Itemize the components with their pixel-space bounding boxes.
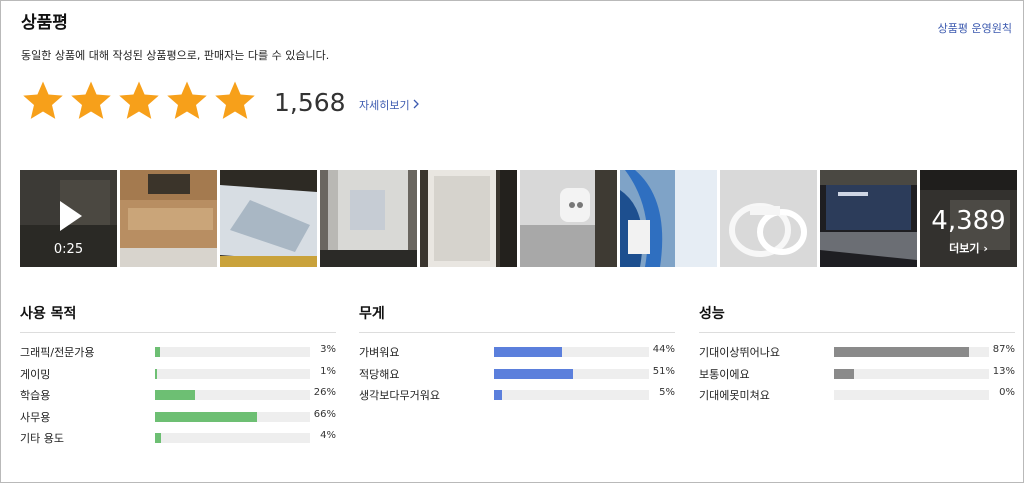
stat-percent: 1% (320, 365, 336, 377)
stat-label: 학습용 (20, 389, 51, 402)
stat-percent: 3% (320, 344, 336, 355)
section-title: 사용 목적 (20, 303, 336, 333)
stat-row: 생각보다무거워요 5% (359, 384, 675, 406)
review-photo-thumbnail[interactable] (120, 170, 217, 267)
review-photo-gallery: 0:25 4,389 더보기 › (20, 170, 1017, 267)
review-details-link[interactable]: 자세히보기 (359, 97, 419, 113)
review-policy-link[interactable]: 상품평 운영원칙 (938, 20, 1012, 36)
stat-row: 보통이에요 13% (699, 363, 1015, 385)
stat-bar-fill (494, 347, 563, 357)
stat-bar (155, 347, 310, 357)
stat-row: 기타 용도 4% (20, 427, 336, 449)
stat-row: 학습용 26% (20, 384, 336, 406)
stat-label: 사무용 (20, 410, 51, 424)
stat-bar-fill (155, 433, 162, 443)
stat-percent: 51% (652, 365, 675, 377)
stat-row: 가벼워요 44% (359, 341, 675, 363)
stat-bar (834, 347, 989, 357)
stat-percent: 44% (652, 344, 675, 355)
stat-label: 기대에못미쳐요 (699, 389, 770, 402)
stat-percent: 4% (320, 430, 336, 441)
section-performance: 성능 기대이상뛰어나요 87% 보통이에요 13% 기대에못미쳐요 0% (699, 303, 1015, 406)
stat-label: 생각보다무거워요 (359, 389, 440, 402)
star-icon (71, 81, 111, 119)
stat-bar (494, 368, 649, 379)
more-photos-label: 더보기 › (949, 242, 988, 255)
stat-label: 적당해요 (359, 367, 400, 381)
stat-bar-fill (494, 368, 574, 379)
page-title: 상품평 (21, 13, 68, 33)
section-title: 무게 (359, 303, 675, 333)
stat-label: 기대이상뛰어나요 (699, 346, 780, 359)
stat-bar (494, 347, 649, 357)
stat-label: 가벼워요 (359, 346, 400, 359)
star-icon (119, 81, 159, 119)
video-duration: 0:25 (53, 242, 84, 257)
review-description: 동일한 상품에 대해 작성된 상품평으로, 판매자는 다를 수 있습니다. (21, 49, 330, 62)
star-icon (215, 81, 255, 119)
review-photo-thumbnail[interactable] (220, 170, 317, 267)
stat-label: 게이밍 (20, 367, 51, 381)
stat-bar-fill (155, 411, 258, 422)
chevron-right-icon (413, 99, 419, 112)
stat-bar-fill (155, 347, 160, 357)
stat-bar-fill (494, 390, 502, 400)
review-photo-thumbnail[interactable] (620, 170, 717, 267)
stat-row: 적당해요 51% (359, 363, 675, 385)
stat-bar (155, 433, 310, 443)
section-weight: 무게 가벼워요 44% 적당해요 51% 생각보다무거워요 5% (359, 303, 675, 406)
stat-bar-fill (834, 347, 969, 357)
stat-row: 기대이상뛰어나요 87% (699, 341, 1015, 363)
stat-bar (155, 390, 310, 400)
stat-bar-fill (155, 368, 157, 379)
review-photo-thumbnail[interactable] (420, 170, 517, 267)
stat-row: 기대에못미쳐요 0% (699, 384, 1015, 406)
review-photo-thumbnail[interactable] (720, 170, 817, 267)
chevron-right-icon: › (983, 242, 988, 255)
stat-label: 보통이에요 (699, 367, 750, 381)
review-photo-thumbnail[interactable] (820, 170, 917, 267)
review-photo-thumbnail[interactable] (520, 170, 617, 267)
stat-percent: 5% (659, 387, 675, 398)
stat-row: 사무용 66% (20, 406, 336, 428)
more-photos-button[interactable]: 4,389 더보기 › (920, 170, 1017, 267)
stat-percent: 0% (999, 387, 1015, 398)
stat-bar (155, 368, 310, 379)
stat-label: 기타 용도 (20, 432, 64, 445)
star-icon (167, 81, 207, 119)
stat-bar (155, 411, 310, 422)
section-title: 성능 (699, 303, 1015, 333)
review-video-thumbnail[interactable]: 0:25 (20, 170, 117, 267)
stat-percent: 66% (313, 408, 336, 420)
stat-bar (494, 390, 649, 400)
stat-percent: 87% (992, 344, 1015, 355)
stat-bar (834, 368, 989, 379)
stat-row: 그래픽/전문가용 3% (20, 341, 336, 363)
star-icon (23, 81, 63, 119)
review-photo-thumbnail[interactable] (320, 170, 417, 267)
review-count: 1,568 (274, 88, 346, 117)
photo-count: 4,389 (931, 206, 1006, 236)
stat-bar-fill (834, 368, 855, 379)
stat-row: 게이밍 1% (20, 363, 336, 385)
review-details-label: 자세히보기 (359, 99, 410, 112)
star-rating (20, 78, 258, 124)
stat-bar (834, 390, 989, 400)
stat-label: 그래픽/전문가용 (20, 346, 95, 359)
stat-percent: 13% (992, 365, 1015, 377)
section-usage-purpose: 사용 목적 그래픽/전문가용 3% 게이밍 1% 학습용 26% 사무용 66% 기타 용도 4% (20, 303, 336, 449)
stat-bar-fill (155, 390, 196, 400)
stat-percent: 26% (313, 387, 336, 398)
